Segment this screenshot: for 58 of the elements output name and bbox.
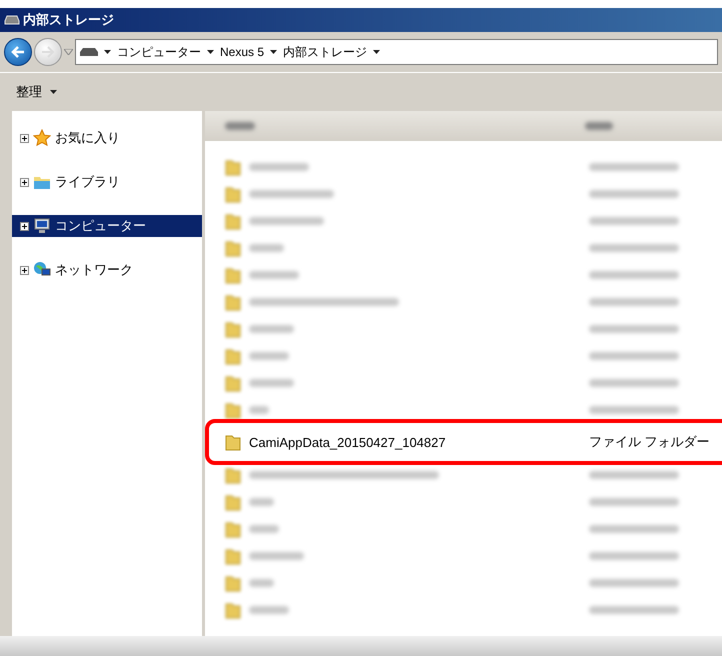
blurred-text bbox=[249, 406, 269, 414]
breadcrumb[interactable]: コンピューター bbox=[117, 44, 201, 60]
blurred-text bbox=[249, 162, 309, 170]
folder-icon bbox=[225, 374, 241, 392]
star-icon bbox=[33, 129, 51, 147]
sidebar-item[interactable]: ネットワーク bbox=[12, 259, 202, 281]
folder-icon bbox=[225, 238, 241, 256]
window-title: 内部ストレージ bbox=[23, 11, 114, 29]
blurred-text bbox=[249, 270, 299, 278]
blurred-text bbox=[249, 578, 274, 586]
folder-icon bbox=[225, 574, 241, 592]
expand-icon[interactable] bbox=[20, 134, 29, 142]
sidebar-item[interactable]: お気に入り bbox=[12, 127, 202, 149]
blurred-text bbox=[249, 324, 294, 332]
caret-icon bbox=[270, 50, 278, 54]
right-arrow-icon bbox=[41, 46, 55, 58]
left-arrow-icon bbox=[11, 46, 25, 58]
expand-icon[interactable] bbox=[20, 266, 29, 274]
caret-icon bbox=[207, 50, 214, 54]
breadcrumb[interactable]: Nexus 5 bbox=[220, 45, 264, 59]
file-type: ファイル フォルダー bbox=[589, 433, 710, 451]
blurred-text bbox=[249, 524, 279, 532]
folder-icon bbox=[225, 346, 241, 364]
folder-icon bbox=[225, 158, 241, 176]
blurred-text bbox=[249, 498, 274, 506]
blurred-text bbox=[249, 552, 304, 560]
folder-icon bbox=[225, 184, 241, 202]
computer-icon bbox=[33, 217, 51, 235]
folder-icon bbox=[225, 266, 241, 284]
expand-icon[interactable] bbox=[20, 222, 29, 230]
blurred-text bbox=[249, 244, 284, 252]
address-bar[interactable]: コンピューター Nexus 5 内部ストレージ bbox=[75, 39, 718, 65]
organize-menu[interactable]: 整理 bbox=[12, 81, 61, 103]
folder-icon bbox=[225, 466, 241, 484]
drive-icon bbox=[80, 48, 98, 56]
sidebar-item[interactable]: コンピューター bbox=[12, 215, 202, 237]
scrollbar[interactable] bbox=[0, 636, 722, 656]
caret-icon bbox=[373, 50, 380, 54]
blurred-text bbox=[249, 606, 289, 614]
folder-icon bbox=[225, 320, 241, 338]
folder-icon bbox=[225, 292, 241, 310]
folder-icon bbox=[225, 433, 241, 451]
file-name[interactable]: CamiAppData_20150427_104827 bbox=[241, 434, 589, 450]
expand-icon[interactable] bbox=[20, 178, 29, 186]
folder-icon bbox=[225, 212, 241, 230]
back-button[interactable] bbox=[4, 38, 32, 66]
caret-icon bbox=[104, 50, 111, 54]
sidebar-item[interactable]: ライブラリ bbox=[12, 171, 202, 193]
folder-icon bbox=[225, 600, 241, 618]
blurred-text bbox=[249, 352, 289, 360]
drive-icon bbox=[4, 15, 20, 25]
folder-icon bbox=[225, 520, 241, 538]
folder-icon bbox=[225, 400, 241, 418]
blurred-text bbox=[249, 378, 294, 386]
caret-icon bbox=[50, 90, 57, 94]
folder-icon bbox=[225, 492, 241, 510]
breadcrumb[interactable]: 内部ストレージ bbox=[283, 44, 368, 60]
folder-icon bbox=[225, 546, 241, 564]
